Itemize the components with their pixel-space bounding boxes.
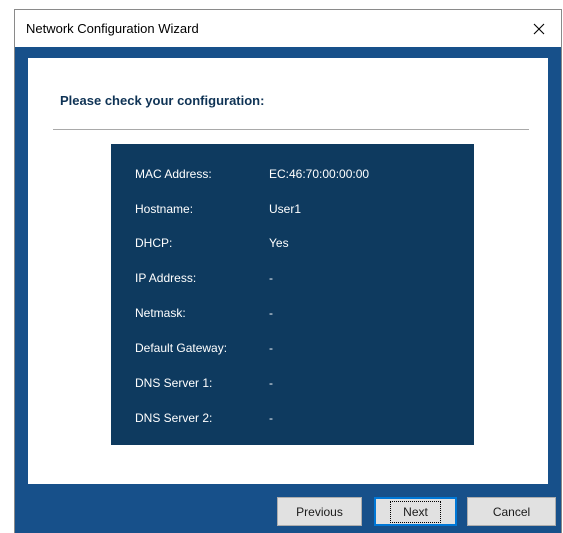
title-bar: Network Configuration Wizard <box>15 10 561 47</box>
previous-button[interactable]: Previous <box>277 497 362 526</box>
close-button[interactable] <box>517 10 561 47</box>
config-label: Netmask: <box>135 306 186 320</box>
config-label: Hostname: <box>135 202 194 216</box>
config-value: - <box>269 376 273 390</box>
config-label: DNS Server 1: <box>135 376 213 390</box>
next-button-label: Next <box>390 500 441 523</box>
config-value: EC:46:70:00:00:00 <box>269 167 370 181</box>
window-title: Network Configuration Wizard <box>26 21 199 36</box>
config-value: - <box>269 306 273 320</box>
divider <box>53 129 529 130</box>
content-panel: Please check your configuration: MAC Add… <box>28 58 548 484</box>
config-value: - <box>269 411 273 425</box>
config-label: DHCP: <box>135 236 173 250</box>
config-label: Default Gateway: <box>135 341 228 355</box>
config-value: - <box>269 271 273 285</box>
next-button[interactable]: Next <box>374 497 457 526</box>
page-heading: Please check your configuration: <box>60 93 265 108</box>
config-label: IP Address: <box>135 271 197 285</box>
config-value: - <box>269 341 273 355</box>
cancel-button[interactable]: Cancel <box>467 497 556 526</box>
config-label: MAC Address: <box>135 167 212 181</box>
wizard-window: Network Configuration Wizard Please chec… <box>14 9 562 533</box>
config-value: Yes <box>269 236 289 250</box>
close-icon <box>533 23 545 34</box>
config-label: DNS Server 2: <box>135 411 213 425</box>
configuration-summary: MAC Address: EC:46:70:00:00:00 Hostname:… <box>111 144 474 445</box>
config-value: User1 <box>269 202 302 216</box>
